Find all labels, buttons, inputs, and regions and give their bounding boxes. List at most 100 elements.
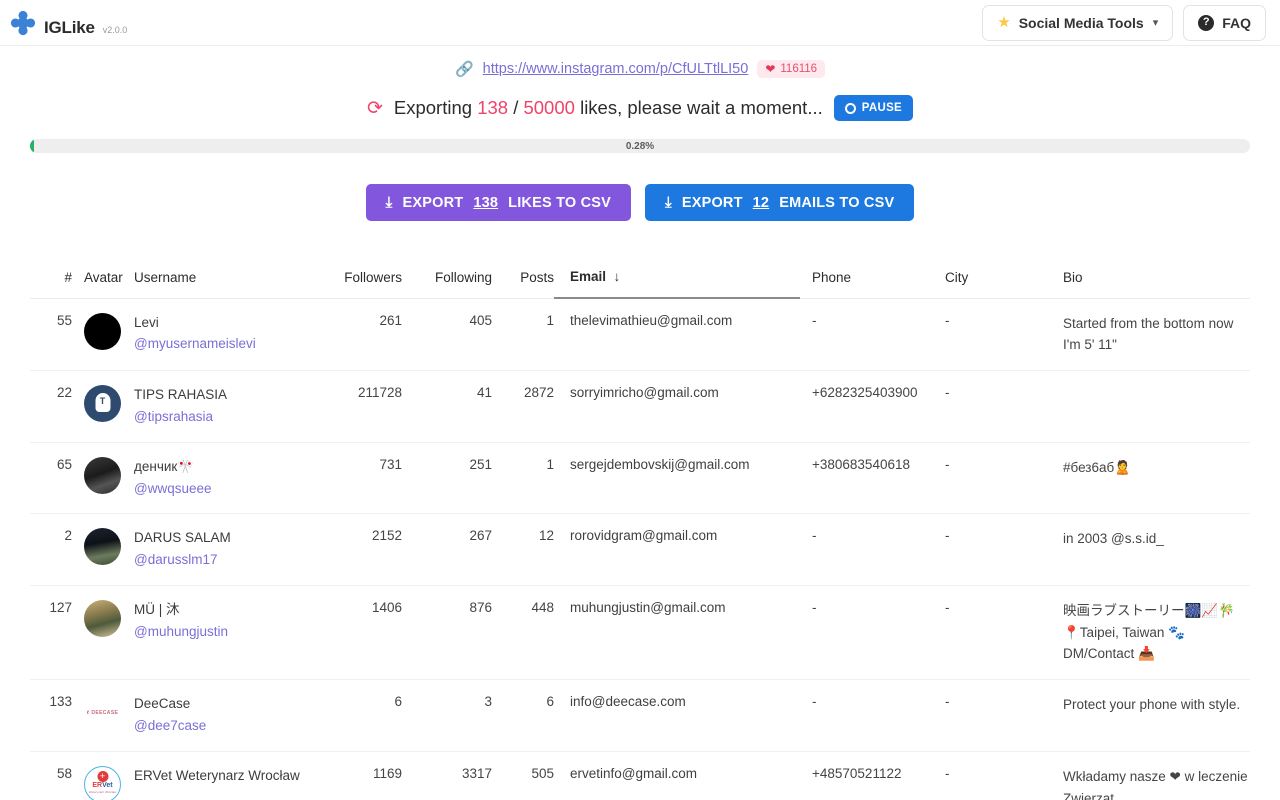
row-index: 65 xyxy=(30,442,72,515)
username-cell: MÜ | 沐 @muhungjustin xyxy=(130,585,310,681)
table-row[interactable]: 133 ℓ DEECASE DeeCase @dee7case 6 3 6 info@deec… xyxy=(30,679,1250,752)
bio-value: #без6аб🙎 xyxy=(1063,442,1250,515)
column-header-avatar[interactable]: Avatar xyxy=(72,269,130,299)
username-cell: денчик🎌 @wwqsueee xyxy=(130,442,310,515)
city-value: - xyxy=(945,679,1063,752)
profile-name: Levi xyxy=(134,314,159,330)
bio-value xyxy=(1063,370,1250,443)
post-url-row: 🔗 https://www.instagram.com/p/CfULTtlLI5… xyxy=(0,60,1280,78)
results-table-wrap: # Avatar Username Followers Following Po… xyxy=(30,269,1250,800)
export-likes-csv-button[interactable]: ⤓ EXPORT 138 LIKES TO CSV xyxy=(365,184,631,221)
followers-count: 261 xyxy=(310,298,402,372)
table-row[interactable]: 58 + ERVet Weterynarz Wroclaw ERVet Weteryna… xyxy=(30,751,1250,800)
table-header-row: # Avatar Username Followers Following Po… xyxy=(30,269,1250,299)
column-header-phone[interactable]: Phone xyxy=(800,269,945,299)
avatar xyxy=(84,528,121,566)
likes-count-badge: ❤ 116116 xyxy=(757,60,826,78)
link-icon: 🔗 xyxy=(454,60,474,78)
column-header-email-label: Email xyxy=(570,269,607,284)
faq-label: FAQ xyxy=(1222,14,1251,31)
posts-count: 12 xyxy=(492,513,554,586)
posts-count: 448 xyxy=(492,585,554,681)
following-count: 251 xyxy=(402,442,492,515)
column-header-index[interactable]: # xyxy=(30,269,72,299)
export-likes-count: 138 xyxy=(473,194,499,211)
table-row[interactable]: 2 DARUS SALAM @darusslm17 2152 267 12 rorovidg… xyxy=(30,513,1250,586)
posts-count: 1 xyxy=(492,442,554,515)
export-likes-suffix: LIKES TO CSV xyxy=(508,194,611,211)
top-bar-actions: ★ Social Media Tools ▾ ? FAQ xyxy=(982,4,1266,41)
email-value: sorryimricho@gmail.com xyxy=(554,370,800,443)
profile-handle[interactable]: @muhungjustin xyxy=(134,621,310,643)
column-header-city[interactable]: City xyxy=(945,269,1063,299)
row-index: 127 xyxy=(30,585,72,681)
social-media-tools-button[interactable]: ★ Social Media Tools ▾ xyxy=(982,4,1174,41)
city-value: - xyxy=(945,513,1063,586)
profile-handle[interactable]: @dee7case xyxy=(134,715,310,737)
city-value: - xyxy=(945,370,1063,443)
bio-value: Started from the bottom now I'm 5' 11" xyxy=(1063,298,1250,372)
download-icon: ⤓ xyxy=(385,194,393,211)
export-emails-count: 12 xyxy=(752,194,770,211)
column-header-bio[interactable]: Bio xyxy=(1063,269,1250,299)
export-emails-prefix: EXPORT xyxy=(681,194,743,211)
column-header-email[interactable]: Email ↓ xyxy=(554,269,800,299)
profile-handle[interactable]: @tipsrahasia xyxy=(134,406,310,428)
email-value: sergejdembovskij@gmail.com xyxy=(554,442,800,515)
column-header-followers[interactable]: Followers xyxy=(310,269,402,299)
table-row[interactable]: 65 денчик🎌 @wwqsueee 731 251 1 sergejdembovski… xyxy=(30,442,1250,515)
phone-value: - xyxy=(800,679,945,752)
pause-label: PAUSE xyxy=(861,102,903,114)
star-icon: ★ xyxy=(997,14,1011,31)
export-emails-suffix: EMAILS TO CSV xyxy=(779,194,895,211)
username-cell: TIPS RAHASIA @tipsrahasia xyxy=(130,370,310,443)
table-row[interactable]: 55 Levi @myusernameislevi 261 405 1 thelevimat… xyxy=(30,298,1250,372)
bio-value: Protect your phone with style. xyxy=(1063,679,1250,752)
profile-handle[interactable]: @wwqsueee xyxy=(134,478,310,500)
row-index: 2 xyxy=(30,513,72,586)
table-row[interactable]: 127 MÜ | 沐 @muhungjustin 1406 876 448 muhungju… xyxy=(30,585,1250,681)
city-value: - xyxy=(945,751,1063,800)
posts-count: 505 xyxy=(492,751,554,800)
column-header-following[interactable]: Following xyxy=(402,269,492,299)
profile-name: DARUS SALAM xyxy=(134,530,231,546)
export-emails-csv-button[interactable]: ⤓ EXPORT 12 EMAILS TO CSV xyxy=(645,184,915,221)
followers-count: 2152 xyxy=(310,513,402,586)
status-prefix: Exporting xyxy=(393,97,473,118)
avatar-cell xyxy=(72,298,130,372)
avatar-cell: + ERVet Weterynarz Wroclaw xyxy=(72,751,130,800)
status-total: 50000 xyxy=(523,97,575,118)
following-count: 405 xyxy=(402,298,492,372)
question-circle-icon: ? xyxy=(1198,14,1215,31)
export-status-text: Exporting 138 / 50000 likes, please wait… xyxy=(394,97,823,119)
profile-name: денчик🎌 xyxy=(134,458,195,474)
clover-icon xyxy=(10,10,36,36)
profile-name: DeeCase xyxy=(134,696,191,712)
city-value: - xyxy=(945,298,1063,372)
bio-value: in 2003 @s.s.id_ xyxy=(1063,513,1250,586)
email-value: thelevimathieu@gmail.com xyxy=(554,298,800,372)
social-media-tools-label: Social Media Tools xyxy=(1018,14,1144,31)
table-row[interactable]: 22 T TIPS RAHASIA @tipsrahasia 211728 41 2872 s… xyxy=(30,370,1250,443)
pause-button[interactable]: PAUSE xyxy=(833,95,914,121)
post-url-link[interactable]: https://www.instagram.com/p/CfULTtlLI50 xyxy=(483,61,749,77)
email-value: rorovidgram@gmail.com xyxy=(554,513,800,586)
avatar xyxy=(84,456,121,494)
avatar-cell: ℓ DEECASE xyxy=(72,679,130,752)
column-header-username[interactable]: Username xyxy=(130,269,310,299)
profile-handle[interactable]: @darusslm17 xyxy=(134,549,310,571)
table-body: 55 Levi @myusernameislevi 261 405 1 thelevimat… xyxy=(30,298,1250,800)
bio-value: 映画ラブストーリー🎆📈🎋 📍Taipei, Taiwan 🐾 DM/Contac… xyxy=(1063,585,1250,681)
avatar-cell: T xyxy=(72,370,130,443)
export-progress-bar: 0.28% xyxy=(30,139,1250,153)
column-header-posts[interactable]: Posts xyxy=(492,269,554,299)
city-value: - xyxy=(945,442,1063,515)
avatar-cell xyxy=(72,442,130,515)
followers-count: 731 xyxy=(310,442,402,515)
faq-button[interactable]: ? FAQ xyxy=(1183,4,1266,41)
following-count: 876 xyxy=(402,585,492,681)
avatar: T xyxy=(84,385,121,423)
row-index: 22 xyxy=(30,370,72,443)
posts-count: 6 xyxy=(492,679,554,752)
profile-handle[interactable]: @myusernameislevi xyxy=(134,333,310,355)
